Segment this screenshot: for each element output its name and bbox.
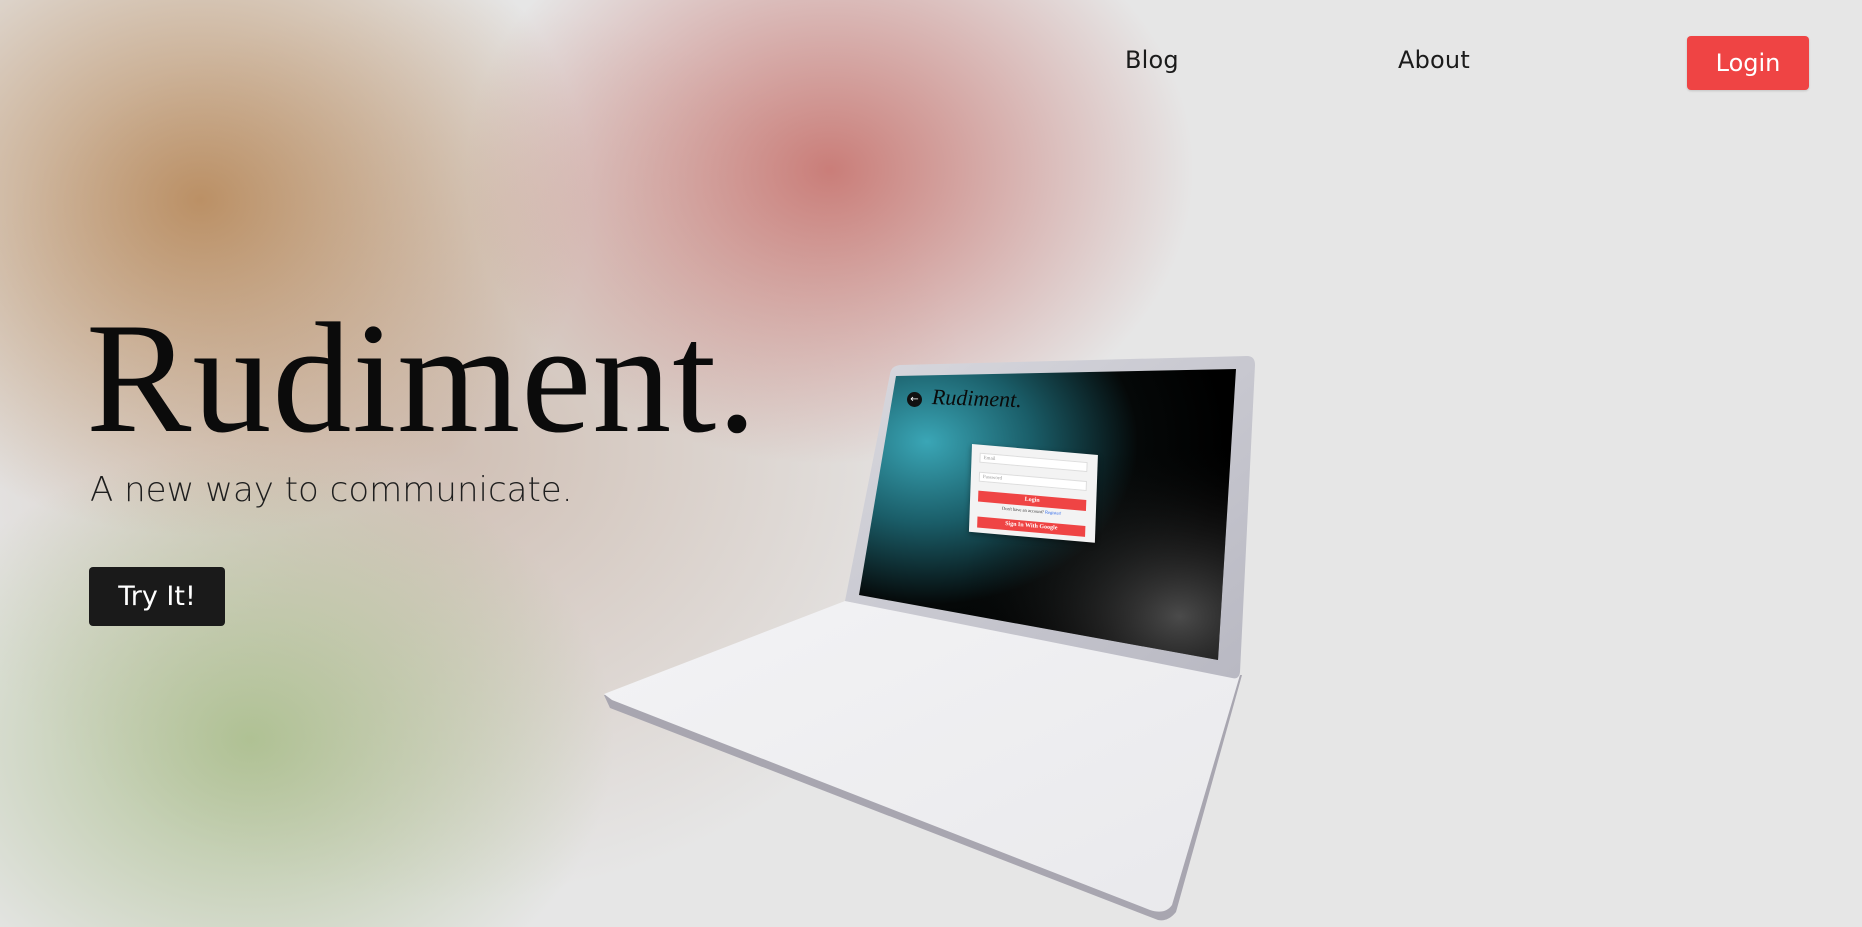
login-button[interactable]: Login — [1687, 36, 1809, 90]
hero-title: Rudiment. — [86, 291, 758, 466]
screen-password-field: Password — [978, 471, 1087, 492]
screen-google-button: Sign In With Google — [977, 516, 1086, 537]
try-it-button[interactable]: Try It! — [89, 567, 225, 626]
arrow-left-icon: ← — [907, 392, 922, 407]
nav-link-about[interactable]: About — [1398, 46, 1470, 74]
screen-login-card: Email Password Login Don't have an accou… — [968, 444, 1098, 543]
screen-logo: Rudiment. — [931, 384, 1023, 413]
screen-email-field: Email — [979, 452, 1088, 473]
nav-link-blog[interactable]: Blog — [1125, 46, 1179, 74]
screen-signup-prompt: Don't have an account? — [1001, 505, 1045, 515]
screen-register-link: Register! — [1044, 509, 1062, 516]
hero-subtitle: A new way to communicate. — [90, 470, 573, 510]
